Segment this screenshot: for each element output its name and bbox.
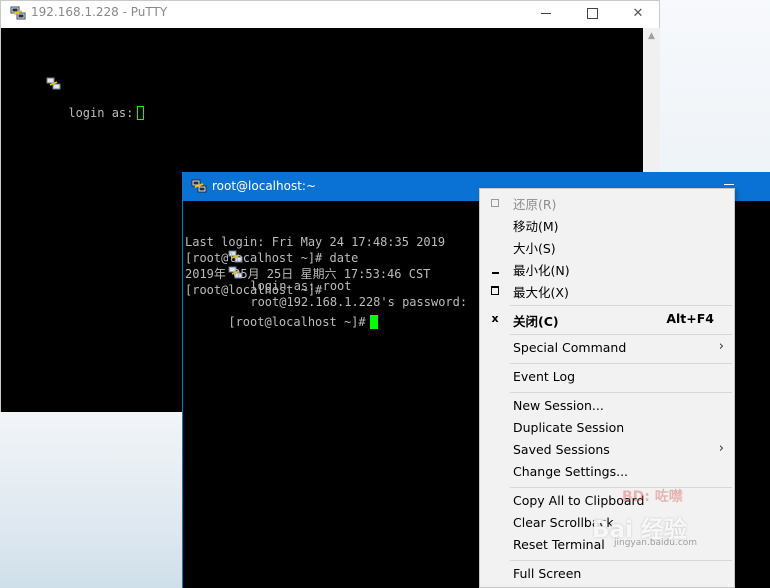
- terminal-line: Last login: Fri May 24 17:48:35 2019: [185, 235, 446, 249]
- menu-item-size[interactable]: 大小(S): [480, 235, 734, 257]
- menu-item-duplicate-session[interactable]: Duplicate Session: [480, 417, 734, 439]
- menu-separator: [510, 363, 732, 364]
- terminal-line: 2019年 05月 25日 星期六 17:53:46 CST: [185, 267, 431, 281]
- terminal-line: login as: root: [185, 202, 352, 293]
- menu-separator: [510, 392, 732, 393]
- menu-separator: [510, 334, 732, 335]
- terminal-cursor: [369, 315, 378, 329]
- close-shortcut: Alt+F4: [666, 311, 714, 326]
- restore-icon: [489, 194, 501, 210]
- menu-item-new-session[interactable]: New Session...: [480, 395, 734, 417]
- putty-icon[interactable]: [10, 5, 26, 21]
- menu-item-restore[interactable]: 还原(R): [480, 191, 734, 213]
- desktop-wallpaper-area: [0, 412, 185, 588]
- terminal-line: [root@localhost ~]# date: [185, 251, 359, 265]
- minimize-icon: [541, 13, 551, 14]
- terminal-line: root@192.168.1.228's password:: [185, 218, 467, 309]
- submenu-arrow-icon: ›: [718, 441, 724, 456]
- window-title: 192.168.1.228 - PuTTY: [31, 5, 168, 19]
- menu-separator: [510, 487, 732, 488]
- maximize-icon: [489, 282, 501, 298]
- menu-item-reset-terminal[interactable]: Reset Terminal: [480, 534, 734, 556]
- submenu-arrow-icon: ›: [718, 339, 724, 354]
- desktop-wallpaper-area: [660, 0, 770, 180]
- minimize-button[interactable]: [523, 1, 569, 28]
- menu-item-close[interactable]: x 关闭(C) Alt+F4: [480, 308, 734, 330]
- menu-item-special-command[interactable]: Special Command ›: [480, 337, 734, 359]
- close-icon: x: [491, 312, 499, 325]
- scroll-up-icon[interactable]: ▲: [643, 28, 660, 45]
- putty-icon: [46, 45, 62, 90]
- terminal-line: [root@localhost ~]#: [185, 283, 323, 297]
- menu-item-change-settings[interactable]: Change Settings...: [480, 461, 734, 483]
- terminal-cursor: [137, 106, 145, 120]
- maximize-icon: [586, 8, 598, 19]
- menu-item-move[interactable]: 移动(M): [480, 213, 734, 235]
- menu-item-full-screen[interactable]: Full Screen: [480, 563, 734, 585]
- close-icon: ✕: [632, 6, 644, 21]
- title-bar[interactable]: 192.168.1.228 - PuTTY ✕: [1, 1, 659, 28]
- minimize-icon: [489, 260, 501, 276]
- menu-separator: [510, 305, 732, 306]
- menu-item-clear-scrollback[interactable]: Clear Scrollback: [480, 512, 734, 534]
- menu-item-maximize[interactable]: 最大化(X): [480, 279, 734, 301]
- window-title: root@localhost:~: [212, 179, 317, 193]
- menu-item-minimize[interactable]: 最小化(N): [480, 257, 734, 279]
- menu-separator: [510, 560, 732, 561]
- minimize-icon: [724, 184, 734, 185]
- close-button[interactable]: ✕: [615, 1, 661, 28]
- terminal-line: login as:: [3, 29, 145, 120]
- menu-item-saved-sessions[interactable]: Saved Sessions ›: [480, 439, 734, 461]
- menu-item-copy-all[interactable]: Copy All to Clipboard: [480, 490, 734, 512]
- maximize-button[interactable]: [569, 1, 615, 28]
- terminal-line: [root@localhost ~]#: [185, 298, 378, 329]
- putty-icon[interactable]: [191, 178, 207, 194]
- system-context-menu[interactable]: 还原(R) 移动(M) 大小(S) 最小化(N) 最大化(X) x 关闭(C) …: [479, 188, 735, 588]
- menu-item-event-log[interactable]: Event Log: [480, 366, 734, 388]
- terminal-line-text: login as:: [68, 106, 134, 120]
- terminal-line-text: [root@localhost ~]#: [228, 315, 366, 329]
